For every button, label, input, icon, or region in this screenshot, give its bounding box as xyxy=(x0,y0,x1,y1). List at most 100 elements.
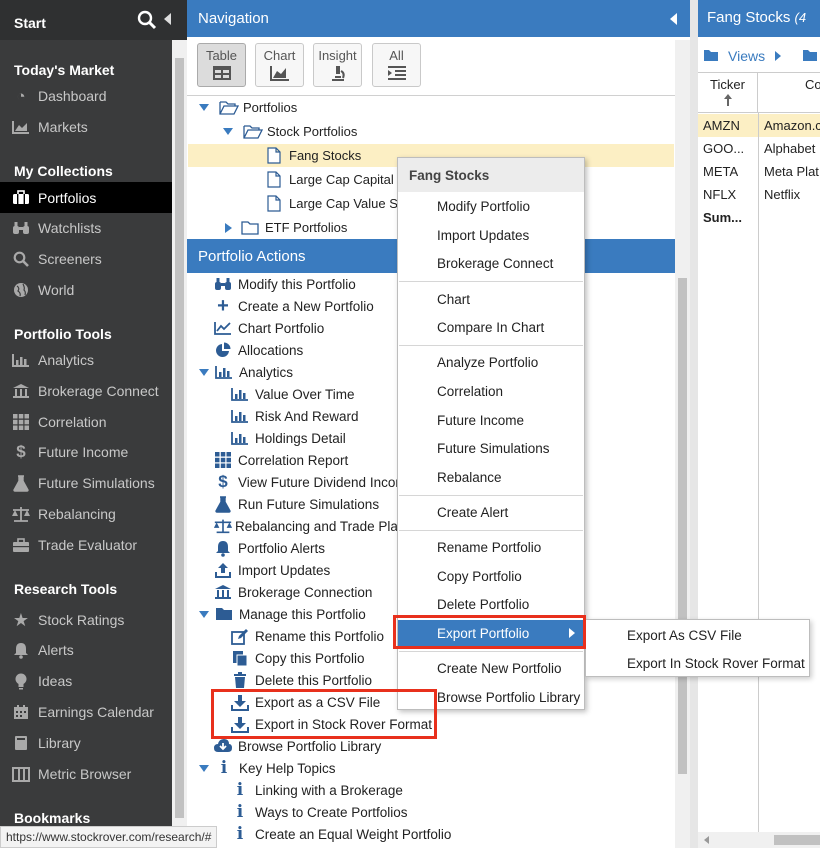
action-correlation-report[interactable]: Correlation Report xyxy=(213,449,348,471)
column-header-company[interactable]: Co xyxy=(758,73,820,113)
scroll-left-icon[interactable] xyxy=(704,836,709,844)
search-icon[interactable] xyxy=(137,10,157,30)
tree-node-large-cap-value[interactable]: Large Cap Value S xyxy=(267,192,397,215)
menu-item-future-income[interactable]: Future Income xyxy=(398,407,584,434)
menu-item-export-stock-rover-format[interactable]: Export In Stock Rover Format xyxy=(586,649,809,677)
table-horizontal-scrollbar[interactable] xyxy=(698,832,820,848)
sidebar-item-trade-evaluator[interactable]: Trade Evaluator xyxy=(0,530,172,560)
sidebar-item-world[interactable]: World xyxy=(0,275,172,305)
sidebar-item-portfolios[interactable]: Portfolios xyxy=(0,182,172,213)
sidebar-item-analytics[interactable]: Analytics xyxy=(0,345,172,375)
collapse-sidebar-icon[interactable] xyxy=(164,13,171,25)
view-table-button[interactable]: Table xyxy=(197,43,246,87)
action-portfolio-alerts[interactable]: Portfolio Alerts xyxy=(213,537,325,559)
menu-item-rename-portfolio[interactable]: Rename Portfolio xyxy=(398,534,584,561)
table-row-ticker[interactable]: GOO... xyxy=(698,137,758,160)
action-copy-portfolio[interactable]: Copy this Portfolio xyxy=(230,647,365,669)
columns-icon xyxy=(11,765,31,783)
tree-node-etf-portfolios[interactable]: ETF Portfolios xyxy=(225,216,397,239)
column-header-ticker[interactable]: Ticker xyxy=(698,73,758,113)
help-equal-weight-portfolio[interactable]: i Create an Equal Weight Portfolio xyxy=(230,823,452,845)
table-row-company[interactable]: Amazon.c xyxy=(759,114,820,137)
expand-arrow-icon[interactable] xyxy=(199,764,209,772)
tree-node-stock-portfolios[interactable]: Stock Portfolios xyxy=(223,120,675,143)
folder-icon[interactable] xyxy=(802,49,818,62)
sidebar-item-brokerage-connect[interactable]: Brokerage Connect xyxy=(0,376,172,406)
sidebar-item-ideas[interactable]: Ideas xyxy=(0,666,172,696)
table-scrollbar-thumb[interactable] xyxy=(774,835,820,845)
sidebar-item-alerts[interactable]: Alerts xyxy=(0,635,172,665)
expand-arrow-icon[interactable] xyxy=(223,128,233,135)
table-row-ticker[interactable]: AMZN xyxy=(698,114,758,137)
sidebar-item-dashboard[interactable]: ◔ Dashboard xyxy=(0,81,172,111)
sidebar-scrollbar-thumb[interactable] xyxy=(175,58,184,818)
help-ways-to-create[interactable]: i Ways to Create Portfolios xyxy=(230,801,408,823)
sidebar-item-screeners[interactable]: Screeners xyxy=(0,244,172,274)
action-allocations[interactable]: Allocations xyxy=(213,339,303,361)
menu-item-modify-portfolio[interactable]: Modify Portfolio xyxy=(398,193,584,220)
section-portfolio-tools: Portfolio Tools xyxy=(14,326,112,342)
action-analytics-group[interactable]: Analytics xyxy=(199,361,293,383)
action-brokerage-connection[interactable]: Brokerage Connection xyxy=(213,581,372,603)
action-run-future-simulations[interactable]: Run Future Simulations xyxy=(213,493,379,515)
menu-item-compare-in-chart[interactable]: Compare In Chart xyxy=(398,314,584,341)
action-delete-portfolio[interactable]: Delete this Portfolio xyxy=(230,669,372,691)
collapse-arrow-icon[interactable] xyxy=(225,222,232,233)
expand-arrow-icon[interactable] xyxy=(199,104,209,111)
table-row-company[interactable]: Netflix xyxy=(759,183,820,206)
help-linking-brokerage[interactable]: i Linking with a Brokerage xyxy=(230,779,403,801)
menu-item-rebalance[interactable]: Rebalance xyxy=(398,464,584,491)
table-row-company[interactable]: Alphabet xyxy=(759,137,820,160)
view-chart-button[interactable]: Chart xyxy=(255,43,304,87)
views-arrow-icon[interactable] xyxy=(775,51,781,61)
view-all-button[interactable]: All xyxy=(372,43,421,87)
menu-item-analyze-portfolio[interactable]: Analyze Portfolio xyxy=(398,349,584,376)
sidebar-item-watchlists[interactable]: Watchlists xyxy=(0,213,172,243)
sidebar-item-future-income[interactable]: $ Future Income xyxy=(0,437,172,467)
action-modify-portfolio[interactable]: Modify this Portfolio xyxy=(213,273,356,295)
action-risk-and-reward[interactable]: Risk And Reward xyxy=(230,405,359,427)
action-rename-portfolio[interactable]: Rename this Portfolio xyxy=(230,625,384,647)
expand-arrow-icon[interactable] xyxy=(199,610,209,618)
tree-node-portfolios[interactable]: Portfolios xyxy=(199,96,675,119)
menu-item-delete-portfolio[interactable]: Delete Portfolio xyxy=(398,591,584,618)
sidebar-item-library[interactable]: Library xyxy=(0,728,172,758)
action-value-over-time[interactable]: Value Over Time xyxy=(230,383,355,405)
table-row-ticker[interactable]: META xyxy=(698,160,758,183)
status-bar-url: https://www.stockrover.com/research/# xyxy=(0,826,218,848)
table-row-company[interactable]: Meta Plat xyxy=(759,160,820,183)
expand-arrow-icon[interactable] xyxy=(199,368,209,376)
table-row-ticker[interactable]: NFLX xyxy=(698,183,758,206)
panel-splitter[interactable] xyxy=(690,0,698,848)
menu-item-export-csv[interactable]: Export As CSV File xyxy=(586,621,809,649)
action-import-updates[interactable]: Import Updates xyxy=(213,559,330,581)
trash-icon xyxy=(230,671,250,689)
sidebar-item-markets[interactable]: Markets xyxy=(0,112,172,142)
action-manage-portfolio-group[interactable]: Manage this Portfolio xyxy=(199,603,366,625)
menu-item-create-new-portfolio[interactable]: Create New Portfolio xyxy=(398,655,584,682)
action-create-new-portfolio[interactable]: + Create a New Portfolio xyxy=(213,295,374,317)
menu-item-copy-portfolio[interactable]: Copy Portfolio xyxy=(398,563,584,590)
menu-item-correlation[interactable]: Correlation xyxy=(398,378,584,405)
sidebar-item-stock-ratings[interactable]: ★ Stock Ratings xyxy=(0,605,172,635)
menu-item-create-alert[interactable]: Create Alert xyxy=(398,499,584,526)
sidebar-item-earnings-calendar[interactable]: Earnings Calendar xyxy=(0,697,172,727)
action-holdings-detail[interactable]: Holdings Detail xyxy=(230,427,346,449)
menu-item-future-simulations[interactable]: Future Simulations xyxy=(398,435,584,462)
menu-item-chart[interactable]: Chart xyxy=(398,286,584,313)
action-future-dividend-income[interactable]: $ View Future Dividend Incor xyxy=(213,471,397,493)
sidebar-item-correlation[interactable]: Correlation xyxy=(0,407,172,437)
sidebar-item-metric-browser[interactable]: Metric Browser xyxy=(0,759,172,789)
action-key-help-topics-group[interactable]: i Key Help Topics xyxy=(199,757,336,779)
views-menu[interactable]: Views xyxy=(728,48,765,64)
action-chart-portfolio[interactable]: Chart Portfolio xyxy=(213,317,324,339)
menu-item-import-updates[interactable]: Import Updates xyxy=(398,222,584,249)
navigation-scrollbar-thumb[interactable] xyxy=(678,278,687,774)
tree-node-large-cap-capital[interactable]: Large Cap Capital xyxy=(267,168,397,191)
sidebar-item-rebalancing[interactable]: Rebalancing xyxy=(0,499,172,529)
action-rebalancing-and-trade-planner[interactable]: Rebalancing and Trade Pla xyxy=(213,515,397,537)
menu-item-brokerage-connect[interactable]: Brokerage Connect xyxy=(398,250,584,277)
collapse-navigation-icon[interactable] xyxy=(670,13,677,25)
sidebar-item-future-simulations[interactable]: Future Simulations xyxy=(0,468,172,498)
view-insight-button[interactable]: Insight xyxy=(313,43,362,87)
